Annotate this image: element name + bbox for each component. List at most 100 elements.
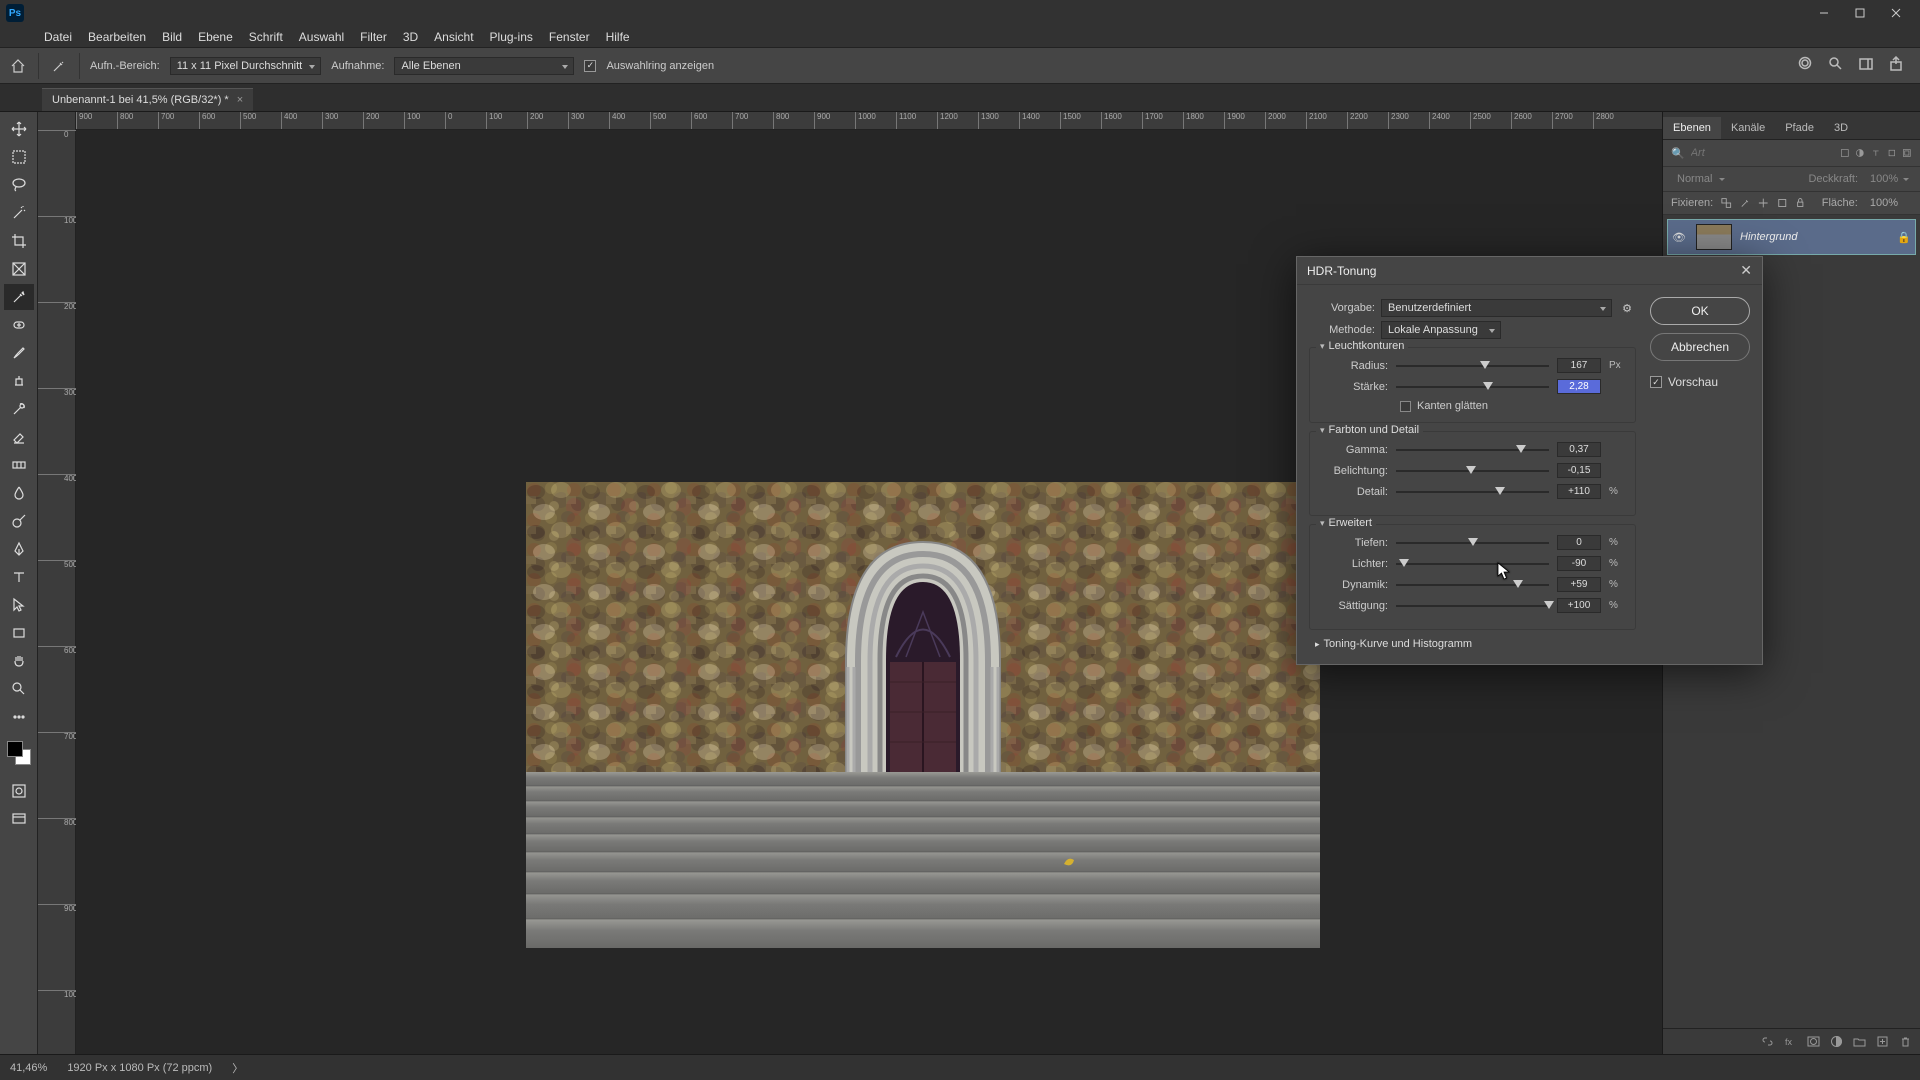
gradient-tool[interactable] bbox=[4, 452, 34, 478]
preview-checkbox[interactable] bbox=[1650, 376, 1662, 388]
slider-value-detail[interactable]: +110 bbox=[1557, 484, 1601, 499]
brush-tool[interactable] bbox=[4, 340, 34, 366]
menu-filter[interactable]: Filter bbox=[352, 27, 395, 47]
blur-tool[interactable] bbox=[4, 480, 34, 506]
section-header-curve[interactable]: ▸Toning-Kurve und Histogramm bbox=[1315, 638, 1636, 650]
panel-tab-3d[interactable]: 3D bbox=[1824, 117, 1858, 139]
menu-ebene[interactable]: Ebene bbox=[190, 27, 241, 47]
frame-tool[interactable] bbox=[4, 256, 34, 282]
menu-schrift[interactable]: Schrift bbox=[241, 27, 291, 47]
blend-mode-dropdown[interactable]: Normal bbox=[1671, 171, 1728, 187]
sample-target-dropdown[interactable]: Alle Ebenen bbox=[394, 57, 574, 75]
menu-bild[interactable]: Bild bbox=[154, 27, 190, 47]
type-tool[interactable] bbox=[4, 564, 34, 590]
search-everywhere-icon[interactable] bbox=[1798, 56, 1814, 75]
edit-toolbar[interactable] bbox=[4, 704, 34, 730]
slider-track-strength[interactable] bbox=[1396, 381, 1549, 393]
panel-tab-pfade[interactable]: Pfade bbox=[1775, 117, 1824, 139]
layer-visibility-icon[interactable]: 👁 bbox=[1672, 231, 1688, 244]
menu-fenster[interactable]: Fenster bbox=[541, 27, 598, 47]
status-arrow[interactable]: 〉 bbox=[232, 1060, 243, 1076]
filter-adjust-icon[interactable] bbox=[1855, 146, 1865, 160]
crop-tool[interactable] bbox=[4, 228, 34, 254]
screen-mode-tool[interactable] bbox=[4, 806, 34, 832]
search-icon[interactable] bbox=[1828, 56, 1844, 75]
share-icon[interactable] bbox=[1888, 56, 1904, 75]
quick-mask-tool[interactable] bbox=[4, 778, 34, 804]
cancel-button[interactable]: Abbrechen bbox=[1650, 333, 1750, 361]
section-header-edge-glow[interactable]: ▾Leuchtkonturen bbox=[1316, 340, 1408, 352]
eraser-tool[interactable] bbox=[4, 424, 34, 450]
menu-bearbeiten[interactable]: Bearbeiten bbox=[80, 27, 154, 47]
slider-value-vibrance[interactable]: +59 bbox=[1557, 577, 1601, 592]
lock-transparency-icon[interactable] bbox=[1721, 197, 1732, 209]
filter-shape-icon[interactable] bbox=[1887, 146, 1897, 160]
eyedropper-tool[interactable] bbox=[4, 284, 34, 310]
lock-position-icon[interactable] bbox=[1758, 197, 1769, 209]
lasso-tool[interactable] bbox=[4, 172, 34, 198]
menu-3d[interactable]: 3D bbox=[395, 27, 426, 47]
pen-tool[interactable] bbox=[4, 536, 34, 562]
slider-value-shadow[interactable]: 0 bbox=[1557, 535, 1601, 550]
layer-name[interactable]: Hintergrund bbox=[1740, 231, 1889, 243]
ruler-horizontal[interactable]: 9008007006005004003002001000100200300400… bbox=[76, 112, 1662, 130]
hand-tool[interactable] bbox=[4, 648, 34, 674]
dialog-titlebar[interactable]: HDR-Tonung ✕ bbox=[1297, 257, 1762, 285]
slider-track-detail[interactable] bbox=[1396, 486, 1549, 498]
new-layer-icon[interactable] bbox=[1876, 1035, 1889, 1048]
slider-track-highlight[interactable] bbox=[1396, 558, 1549, 570]
slider-track-shadow[interactable] bbox=[1396, 537, 1549, 549]
slider-track-exposure[interactable] bbox=[1396, 465, 1549, 477]
menu-hilfe[interactable]: Hilfe bbox=[598, 27, 638, 47]
layer-fx-icon[interactable]: fx bbox=[1784, 1035, 1797, 1048]
lock-artboard-icon[interactable] bbox=[1777, 197, 1788, 209]
show-ring-checkbox[interactable] bbox=[584, 60, 596, 72]
filter-type-icon[interactable] bbox=[1871, 146, 1881, 160]
tab-close-icon[interactable]: × bbox=[237, 94, 243, 106]
minimize-button[interactable] bbox=[1806, 0, 1842, 26]
link-layers-icon[interactable] bbox=[1761, 1035, 1774, 1048]
magic-wand-tool[interactable] bbox=[4, 200, 34, 226]
maximize-button[interactable] bbox=[1842, 0, 1878, 26]
fill-value[interactable]: 100% bbox=[1866, 196, 1912, 210]
healing-brush-tool[interactable] bbox=[4, 312, 34, 338]
slider-value-radius[interactable]: 167 bbox=[1557, 358, 1601, 373]
ruler-vertical[interactable]: 01002003004005006007008009001000 bbox=[38, 112, 76, 1054]
method-dropdown[interactable]: Lokale Anpassung bbox=[1381, 321, 1501, 339]
menu-datei[interactable]: Datei bbox=[36, 27, 80, 47]
status-zoom[interactable]: 41,46% bbox=[10, 1062, 47, 1074]
document-tab[interactable]: Unbenannt-1 bei 41,5% (RGB/32*) * × bbox=[42, 88, 253, 111]
preset-gear-icon[interactable]: ⚙ bbox=[1618, 302, 1636, 315]
slider-value-exposure[interactable]: -0,15 bbox=[1557, 463, 1601, 478]
filter-pixel-icon[interactable] bbox=[1840, 146, 1850, 160]
lock-all-icon[interactable] bbox=[1795, 197, 1806, 209]
section-header-tone-detail[interactable]: ▾Farbton und Detail bbox=[1316, 424, 1423, 436]
menu-ansicht[interactable]: Ansicht bbox=[426, 27, 481, 47]
workspace-icon[interactable] bbox=[1858, 56, 1874, 75]
path-selection-tool[interactable] bbox=[4, 592, 34, 618]
delete-layer-icon[interactable] bbox=[1899, 1035, 1912, 1048]
layer-mask-icon[interactable] bbox=[1807, 1035, 1820, 1048]
adjustment-layer-icon[interactable] bbox=[1830, 1035, 1843, 1048]
opacity-value[interactable]: 100% bbox=[1864, 171, 1912, 187]
marquee-tool[interactable] bbox=[4, 144, 34, 170]
tool-preset-icon[interactable] bbox=[49, 56, 69, 76]
layer-group-icon[interactable] bbox=[1853, 1035, 1866, 1048]
menu-plug-ins[interactable]: Plug-ins bbox=[482, 27, 541, 47]
section-header-advanced[interactable]: ▾Erweitert bbox=[1316, 517, 1376, 529]
slider-track-vibrance[interactable] bbox=[1396, 579, 1549, 591]
dialog-close-icon[interactable]: ✕ bbox=[1740, 262, 1752, 279]
foreground-background-colors[interactable] bbox=[4, 738, 34, 768]
history-brush-tool[interactable] bbox=[4, 396, 34, 422]
ok-button[interactable]: OK bbox=[1650, 297, 1750, 325]
panel-tab-ebenen[interactable]: Ebenen bbox=[1663, 117, 1721, 139]
layer-thumbnail[interactable] bbox=[1696, 224, 1732, 250]
zoom-tool[interactable] bbox=[4, 676, 34, 702]
panel-tab-kanäle[interactable]: Kanäle bbox=[1721, 117, 1775, 139]
sample-size-dropdown[interactable]: 11 x 11 Pixel Durchschnitt bbox=[170, 57, 322, 75]
dodge-tool[interactable] bbox=[4, 508, 34, 534]
layer-lock-icon[interactable]: 🔒 bbox=[1897, 231, 1911, 244]
filter-smart-icon[interactable] bbox=[1902, 146, 1912, 160]
slider-track-gamma[interactable] bbox=[1396, 444, 1549, 456]
lock-pixels-icon[interactable] bbox=[1740, 197, 1751, 209]
